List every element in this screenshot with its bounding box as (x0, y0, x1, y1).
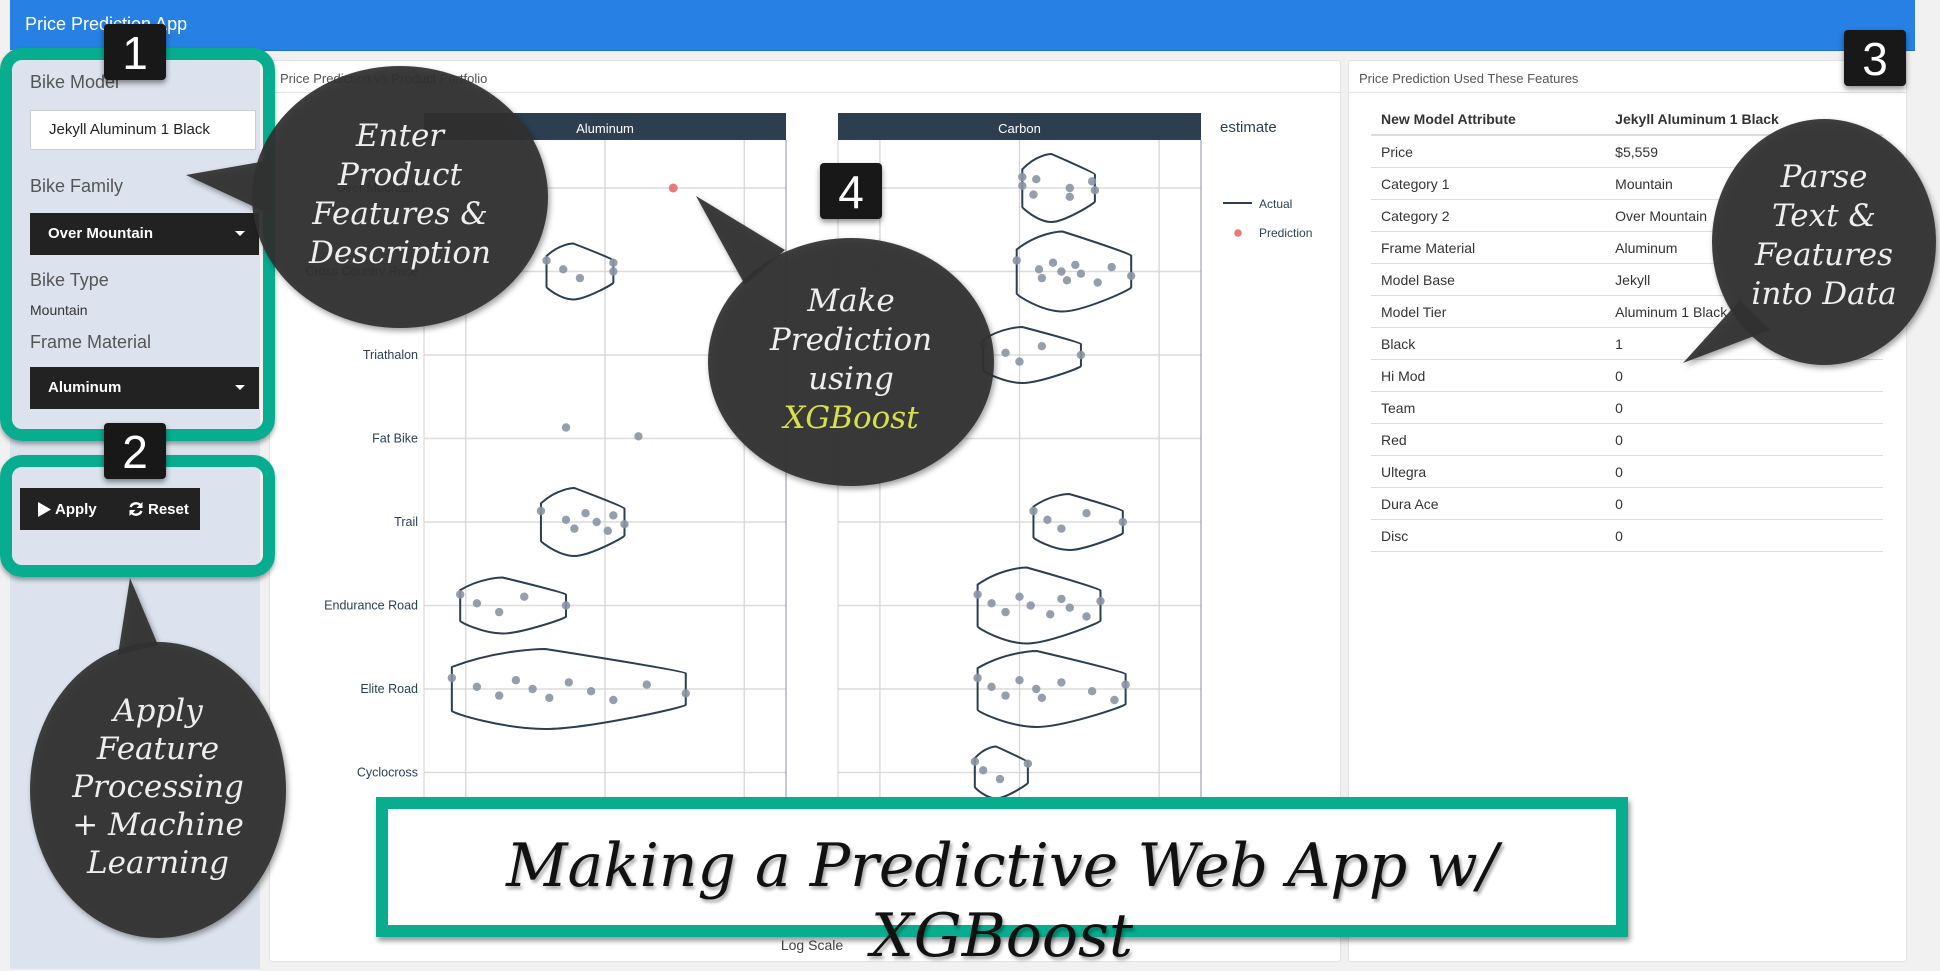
bubble-3-text: Parse Text & Features into Data (1751, 159, 1897, 312)
bubble-4-text: Make Prediction using XGBoost (708, 282, 994, 452)
step-badge-4: 4 (820, 163, 882, 219)
bubble-2-tail (118, 578, 158, 655)
banner-text: Making a Predictive Web App w/ XGBoost (506, 831, 1498, 971)
step-badge-3: 3 (1844, 30, 1906, 86)
title-banner: Making a Predictive Web App w/ XGBoost (376, 797, 1628, 971)
step-badge-1: 1 (104, 24, 166, 80)
xgboost-highlight: XGBoost (783, 400, 919, 436)
bubble-1-text: Enter Product Features & Description (308, 118, 492, 271)
bubble-2-text: Apply Feature Processing + Machine Learn… (72, 693, 244, 881)
step-badge-2: 2 (104, 423, 166, 479)
